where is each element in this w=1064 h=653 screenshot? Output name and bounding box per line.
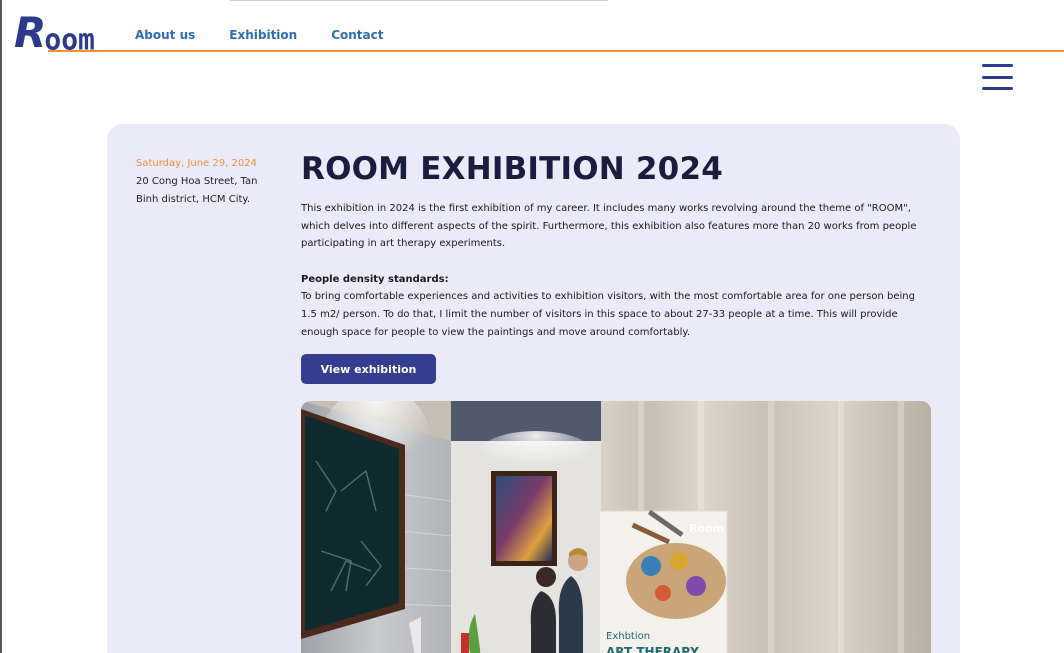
- gallery-scene: Room Exhbtion ART THERAPY: [301, 401, 931, 653]
- density-heading: People density standards:: [301, 273, 449, 285]
- poster-brand: Room: [689, 522, 724, 535]
- window-edge: [0, 0, 2, 653]
- menu-bar: [982, 75, 1013, 79]
- nav-exhibition[interactable]: Exhibition: [229, 28, 297, 42]
- intro-text: This exhibition in 2024 is the first exh…: [301, 203, 917, 250]
- event-meta: Saturday, June 29, 2024 20 Cong Hoa Stre…: [136, 155, 271, 209]
- exhibition-render-image: Room Exhbtion ART THERAPY: [301, 401, 931, 653]
- event-date: Saturday, June 29, 2024: [136, 158, 257, 169]
- logo-initial: R: [14, 8, 46, 57]
- page-title: ROOM EXHIBITION 2024: [301, 151, 723, 187]
- header-divider: [48, 50, 1064, 52]
- room-logo[interactable]: R oom: [14, 8, 95, 57]
- menu-bar: [982, 64, 1013, 67]
- density-text: To bring comfortable experiences and act…: [301, 291, 915, 338]
- exhibition-content: ROOM EXHIBITION 2024 This exhibition in …: [301, 150, 931, 341]
- nav-about-us[interactable]: About us: [135, 28, 195, 42]
- main-nav: About us Exhibition Contact: [135, 28, 383, 42]
- nav-contact[interactable]: Contact: [331, 28, 383, 42]
- menu-icon[interactable]: [982, 64, 1013, 90]
- event-address: 20 Cong Hoa Street, Tan Binh district, H…: [136, 176, 258, 205]
- poster-line-1: Exhbtion: [606, 631, 650, 642]
- site-header: R oom About us Exhibition Contact: [0, 0, 1064, 57]
- menu-bar: [982, 87, 1013, 90]
- view-exhibition-button[interactable]: View exhibition: [301, 354, 436, 384]
- poster-line-2: ART THERAPY: [606, 645, 699, 653]
